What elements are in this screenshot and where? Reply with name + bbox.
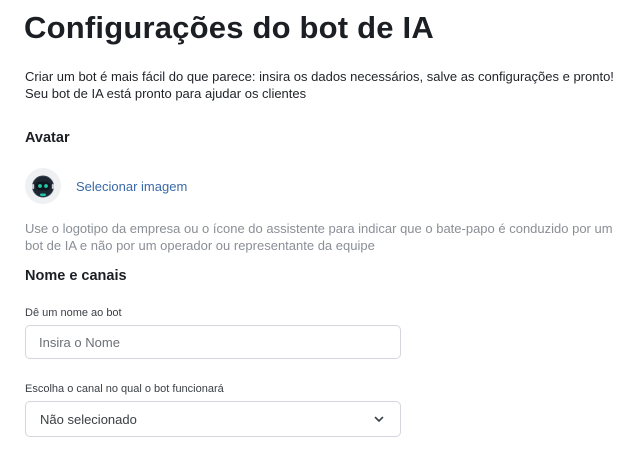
avatar-help-text: Use o logotipo da empresa ou o ícone do … (25, 220, 613, 254)
chevron-down-icon (372, 412, 386, 426)
select-image-link[interactable]: Selecionar imagem (76, 179, 187, 194)
avatar-help-line-1: Use o logotipo da empresa ou o ícone do … (25, 221, 613, 236)
bot-name-input[interactable] (25, 325, 401, 359)
avatar (25, 168, 61, 204)
bot-name-label: Dê um nome ao bot (25, 307, 122, 319)
channel-select[interactable]: Não selecionado (25, 401, 401, 437)
channel-select-value: Não selecionado (40, 411, 137, 427)
page-intro: Criar um bot é mais fácil do que parece:… (25, 68, 614, 102)
avatar-row: Selecionar imagem (25, 168, 187, 204)
bot-settings-page: Configurações do bot de IA Criar um bot … (0, 0, 618, 450)
avatar-help-line-2: bot de IA e não por um operador ou repre… (25, 238, 375, 253)
avatar-section-title: Avatar (25, 130, 70, 146)
page-title: Configurações do bot de IA (24, 10, 434, 45)
name-channels-section-title: Nome e canais (25, 268, 127, 284)
intro-line-1: Criar um bot é mais fácil do que parece:… (25, 69, 614, 84)
intro-line-2: Seu bot de IA está pronto para ajudar os… (25, 86, 307, 101)
robot-icon (32, 175, 54, 198)
channel-label: Escolha o canal no qual o bot funcionará (25, 383, 224, 395)
